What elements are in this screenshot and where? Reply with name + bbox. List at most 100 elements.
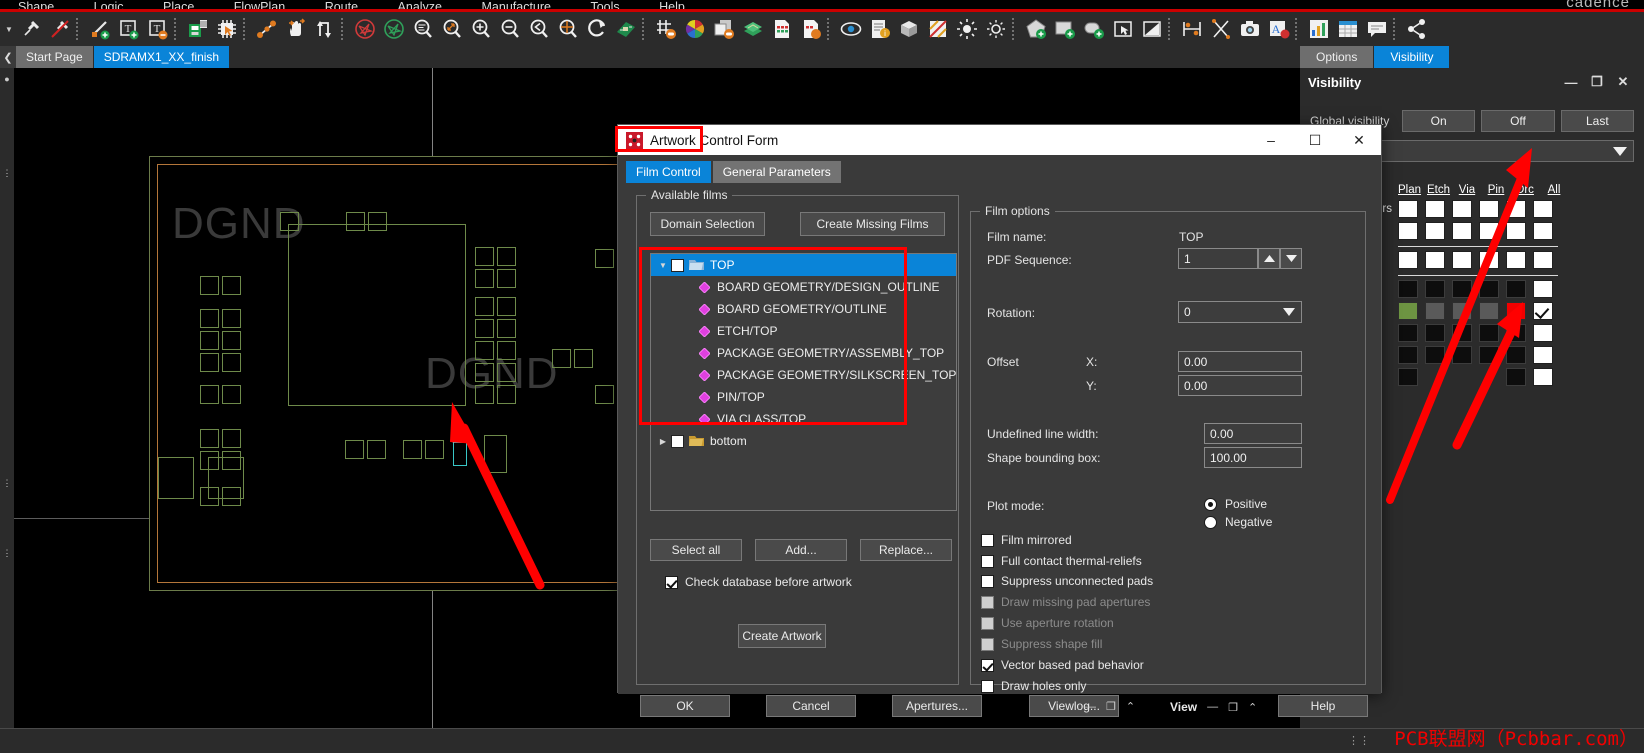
visibility-cell-via[interactable] <box>1452 302 1472 320</box>
share-icon[interactable] <box>1402 15 1431 43</box>
visibility-cell[interactable] <box>1425 324 1445 342</box>
zoom-in-icon[interactable] <box>466 15 495 43</box>
add-button[interactable]: Add... <box>755 539 847 561</box>
plot-mode-negative-radio[interactable]: Negative <box>1204 515 1272 529</box>
route-connect-icon[interactable] <box>252 15 281 43</box>
suppress-unconnected-pads-checkbox[interactable]: Suppress unconnected pads <box>981 574 1153 588</box>
visibility-cell[interactable] <box>1479 280 1499 298</box>
unpin-icon[interactable] <box>45 15 74 43</box>
visibility-cell[interactable] <box>1452 200 1472 218</box>
tree-item-layer[interactable]: PIN/TOP <box>651 386 956 408</box>
drc-marker-icon[interactable] <box>923 15 952 43</box>
toolbar-overflow-caret[interactable]: ▼ <box>2 15 16 43</box>
visibility-cell[interactable] <box>1425 222 1445 240</box>
column-header-plan[interactable]: Plan <box>1398 184 1421 196</box>
tree-item-layer[interactable]: PACKAGE GEOMETRY/SILKSCREEN_TOP <box>651 364 956 386</box>
visibility-cell[interactable] <box>1533 251 1553 269</box>
expand-collapse-icon[interactable]: ▶ <box>655 437 671 446</box>
draw-holes-only-checkbox[interactable]: Draw holes only <box>981 679 1086 693</box>
visibility-cell-drc[interactable] <box>1506 302 1526 320</box>
plot-mode-positive-radio[interactable]: Positive <box>1204 497 1267 511</box>
pin-icon[interactable] <box>16 15 45 43</box>
dialog-close-button[interactable]: ✕ <box>1337 125 1381 155</box>
ratsnest-green-icon[interactable] <box>379 15 408 43</box>
select-shape-icon[interactable] <box>1108 15 1137 43</box>
visibility-cell[interactable] <box>1533 222 1553 240</box>
visibility-cell[interactable] <box>1533 200 1553 218</box>
zoom-window-icon[interactable] <box>437 15 466 43</box>
replace-button[interactable]: Replace... <box>860 539 952 561</box>
global-visibility-off-button[interactable]: Off <box>1481 110 1555 132</box>
pdf-sequence-input[interactable]: 1 <box>1178 248 1258 269</box>
tab-scroll-left-icon[interactable]: ❮ <box>0 46 16 68</box>
stackup-icon[interactable] <box>738 15 767 43</box>
add-circle-icon[interactable] <box>1079 15 1108 43</box>
bar-chart-icon[interactable] <box>1304 15 1333 43</box>
menu-item-help[interactable]: Help <box>641 0 703 9</box>
visibility-cell[interactable] <box>1479 251 1499 269</box>
bottom-restore-icon[interactable]: ❐ <box>1228 701 1238 714</box>
netlist-icon[interactable] <box>183 15 212 43</box>
visibility-cell[interactable] <box>1398 251 1418 269</box>
dialog-maximize-button[interactable]: ☐ <box>1293 125 1337 155</box>
vector-based-pad-behavior-checkbox[interactable]: Vector based pad behavior <box>981 658 1144 672</box>
spreadsheet-icon[interactable] <box>1333 15 1362 43</box>
global-visibility-last-button[interactable]: Last <box>1560 110 1634 132</box>
pdf-sequence-spin-up[interactable] <box>1258 248 1280 269</box>
full-contact-thermal-reliefs-checkbox[interactable]: Full contact thermal-reliefs <box>981 554 1142 568</box>
visibility-cell[interactable] <box>1452 346 1472 364</box>
measure-icon[interactable] <box>1206 15 1235 43</box>
shape-bounding-box-input[interactable]: 100.00 <box>1204 447 1302 468</box>
brightness-up-icon[interactable] <box>952 15 981 43</box>
visibility-cell-plan[interactable] <box>1398 302 1418 320</box>
menu-item-flowplan[interactable]: FlowPlan <box>216 0 303 9</box>
menu-item-analyze[interactable]: Analyze <box>380 0 460 9</box>
visibility-cell-pin[interactable] <box>1479 302 1499 320</box>
shape-fill-icon[interactable] <box>1137 15 1166 43</box>
offset-x-input[interactable]: 0.00 <box>1178 351 1302 372</box>
slide-hand-icon[interactable] <box>281 15 310 43</box>
tree-item-bottom[interactable]: ▶ bottom <box>651 430 956 452</box>
report-icon[interactable] <box>767 15 796 43</box>
color-wheel-icon[interactable] <box>680 15 709 43</box>
add-rect-icon[interactable] <box>1050 15 1079 43</box>
tree-item-layer[interactable]: VIA CLASS/TOP <box>651 408 956 430</box>
visibility-cell[interactable] <box>1506 251 1526 269</box>
visibility-cell[interactable] <box>1398 280 1418 298</box>
ratsnest-red-icon[interactable] <box>350 15 379 43</box>
offset-y-input[interactable]: 0.00 <box>1178 375 1302 396</box>
menu-item-shape[interactable]: Shape <box>0 0 72 9</box>
column-header-etch[interactable]: Etch <box>1427 184 1450 196</box>
visibility-cell[interactable] <box>1506 368 1526 386</box>
create-artwork-button[interactable]: Create Artwork <box>738 624 826 648</box>
tab-options[interactable]: Options <box>1300 46 1374 68</box>
select-all-button[interactable]: Select all <box>650 539 742 561</box>
bottom-minimize-icon[interactable]: — <box>1085 701 1096 713</box>
menu-item-route[interactable]: Route <box>307 0 376 9</box>
visibility-cell[interactable] <box>1425 200 1445 218</box>
visibility-cell[interactable] <box>1506 346 1526 364</box>
report-settings-icon[interactable] <box>796 15 825 43</box>
chip-select-icon[interactable] <box>212 15 241 43</box>
column-header-pin[interactable]: Pin <box>1485 184 1507 196</box>
tab-general-parameters[interactable]: General Parameters <box>712 161 841 183</box>
apertures-button[interactable]: Apertures... <box>892 695 982 717</box>
visibility-cell[interactable] <box>1479 324 1499 342</box>
help-button[interactable]: Help <box>1278 695 1368 717</box>
visibility-cell[interactable] <box>1533 324 1553 342</box>
visibility-cell[interactable] <box>1479 200 1499 218</box>
visibility-cell[interactable] <box>1506 222 1526 240</box>
layer-copy-icon[interactable] <box>709 15 738 43</box>
tree-item-top[interactable]: ▼ TOP <box>651 254 956 276</box>
grid-toggle-icon[interactable] <box>651 15 680 43</box>
cancel-button[interactable]: Cancel <box>766 695 856 717</box>
bottom-minimize-icon[interactable]: — <box>1207 701 1218 713</box>
tab-film-control[interactable]: Film Control <box>626 161 711 183</box>
visibility-cell[interactable] <box>1398 368 1418 386</box>
ok-button[interactable]: OK <box>640 695 730 717</box>
menu-item-logic[interactable]: Logic <box>76 0 142 9</box>
visibility-cell[interactable] <box>1425 251 1445 269</box>
brightness-down-icon[interactable] <box>981 15 1010 43</box>
visibility-cell[interactable] <box>1398 222 1418 240</box>
tab-start-page[interactable]: Start Page <box>16 46 93 68</box>
